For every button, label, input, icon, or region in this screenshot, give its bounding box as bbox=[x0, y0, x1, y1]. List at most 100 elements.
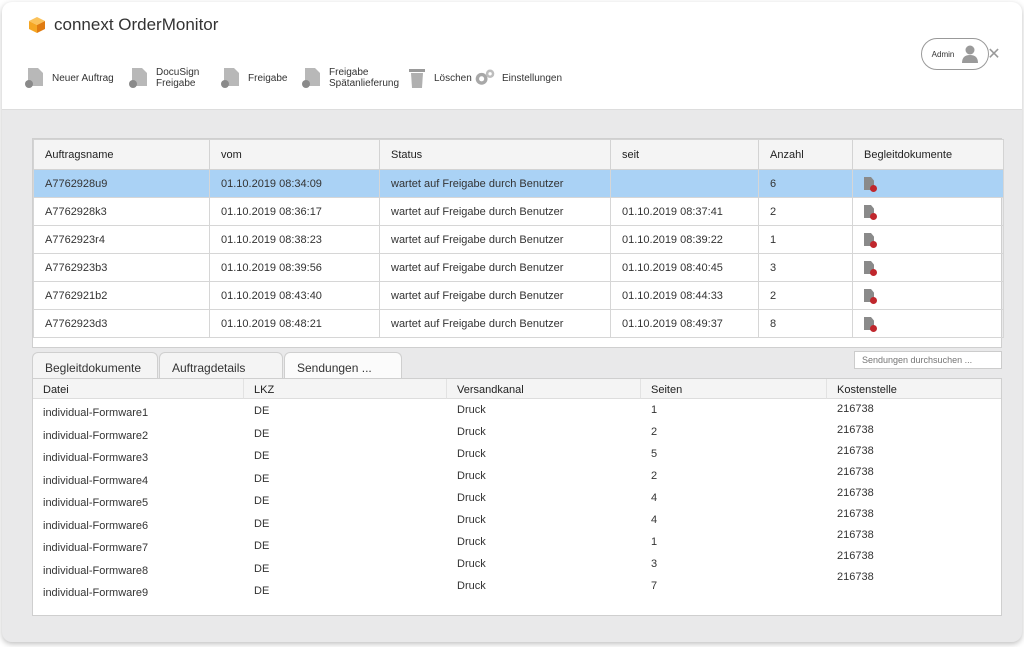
order-count: 8 bbox=[758, 309, 853, 338]
column-header-seiten[interactable]: Seiten bbox=[641, 379, 827, 399]
table-row[interactable]: A7762923r4 01.10.2019 08:38:23 wartet au… bbox=[33, 225, 1004, 254]
order-since: 01.10.2019 08:40:45 bbox=[610, 253, 759, 282]
document-icon[interactable] bbox=[864, 177, 878, 193]
order-docs[interactable] bbox=[852, 225, 1004, 254]
shipment-pages: 4 bbox=[651, 492, 658, 504]
column-header-vom[interactable]: vom bbox=[209, 139, 380, 170]
shipment-file[interactable]: individual-Formware7 bbox=[33, 537, 244, 560]
document-icon[interactable] bbox=[864, 317, 878, 333]
order-date: 01.10.2019 08:36:17 bbox=[209, 197, 380, 226]
app-window: connext OrderMonitor Neuer Auftrag DocuS… bbox=[2, 2, 1022, 642]
document-icon[interactable] bbox=[864, 233, 878, 249]
close-icon: ✕ bbox=[987, 46, 1001, 63]
tab-sendungen[interactable]: Sendungen ... bbox=[284, 352, 402, 381]
shipment-cost-center: 216738 bbox=[837, 445, 874, 457]
table-row[interactable]: A7762923d3 01.10.2019 08:48:21 wartet au… bbox=[33, 309, 1004, 338]
shipment-channel: Druck bbox=[457, 536, 486, 548]
shipment-cost-center: 216738 bbox=[837, 571, 874, 583]
table-row[interactable]: A7762923b3 01.10.2019 08:39:56 wartet au… bbox=[33, 253, 1004, 282]
shipment-file[interactable]: individual-Formware8 bbox=[33, 560, 244, 583]
order-name: A7762923r4 bbox=[33, 225, 210, 254]
column-lkz: LKZ DE DE DE DE DE DE DE DE DE bbox=[244, 379, 447, 615]
late-release-button[interactable]: Freigabe Spätanlieferung bbox=[301, 66, 399, 90]
order-docs[interactable] bbox=[852, 281, 1004, 310]
order-docs[interactable] bbox=[852, 309, 1004, 338]
table-row[interactable]: A7762928k3 01.10.2019 08:36:17 wartet au… bbox=[33, 197, 1004, 226]
shipment-pages: 2 bbox=[651, 426, 658, 438]
table-row[interactable]: A7762921b2 01.10.2019 08:43:40 wartet au… bbox=[33, 281, 1004, 310]
order-docs[interactable] bbox=[852, 253, 1004, 282]
tab-auftragdetails[interactable]: Auftragdetails bbox=[159, 352, 283, 378]
order-since bbox=[610, 169, 759, 198]
delete-button[interactable]: Löschen bbox=[406, 66, 472, 90]
tab-begleitdokumente[interactable]: Begleitdokumente bbox=[32, 352, 158, 378]
new-order-button[interactable]: Neuer Auftrag bbox=[24, 66, 114, 90]
shipment-channel: Druck bbox=[457, 470, 486, 482]
shipment-file[interactable]: individual-Formware2 bbox=[33, 425, 244, 448]
table-row[interactable]: A7762928u9 01.10.2019 08:34:09 wartet au… bbox=[33, 169, 1004, 198]
column-header-begleitdokumente[interactable]: Begleitdokumente bbox=[852, 139, 1004, 170]
new-order-label: Neuer Auftrag bbox=[52, 72, 114, 84]
app-title: connext OrderMonitor bbox=[54, 15, 219, 34]
order-count: 2 bbox=[758, 281, 853, 310]
user-name: Admin bbox=[931, 49, 955, 59]
order-count: 1 bbox=[758, 225, 853, 254]
shipment-cost-center: 216738 bbox=[837, 550, 874, 562]
shipment-channel: Druck bbox=[457, 580, 486, 592]
delete-label: Löschen bbox=[434, 72, 472, 84]
document-icon[interactable] bbox=[864, 289, 878, 305]
shipment-pages: 3 bbox=[651, 558, 658, 570]
order-status: wartet auf Freigabe durch Benutzer bbox=[379, 225, 611, 254]
column-header-lkz[interactable]: LKZ bbox=[244, 379, 447, 399]
order-date: 01.10.2019 08:34:09 bbox=[209, 169, 380, 198]
order-status: wartet auf Freigabe durch Benutzer bbox=[379, 169, 611, 198]
user-button[interactable]: Admin bbox=[921, 38, 989, 70]
shipment-cost-center: 216738 bbox=[837, 403, 874, 415]
column-header-auftragsname[interactable]: Auftragsname bbox=[33, 139, 210, 170]
order-name: A7762928k3 bbox=[33, 197, 210, 226]
order-name: A7762923d3 bbox=[33, 309, 210, 338]
order-name: A7762923b3 bbox=[33, 253, 210, 282]
order-status: wartet auf Freigabe durch Benutzer bbox=[379, 253, 611, 282]
shipment-file[interactable]: individual-Formware6 bbox=[33, 515, 244, 538]
shipment-lkz: DE bbox=[254, 472, 270, 485]
trash-icon bbox=[409, 69, 425, 88]
release-icon bbox=[221, 68, 239, 88]
column-datei: Datei individual-Formware1 individual-Fo… bbox=[33, 379, 244, 615]
order-status: wartet auf Freigabe durch Benutzer bbox=[379, 197, 611, 226]
shipment-file[interactable]: individual-Formware4 bbox=[33, 470, 244, 493]
column-header-kostenstelle[interactable]: Kostenstelle bbox=[827, 379, 1001, 399]
shipment-lkz: DE bbox=[254, 562, 270, 575]
shipment-file[interactable]: individual-Formware1 bbox=[33, 402, 244, 425]
column-header-seit[interactable]: seit bbox=[610, 139, 759, 170]
shipment-file[interactable]: individual-Formware3 bbox=[33, 447, 244, 470]
column-header-status[interactable]: Status bbox=[379, 139, 611, 170]
shipment-cost-center: 216738 bbox=[837, 424, 874, 436]
order-date: 01.10.2019 08:39:56 bbox=[209, 253, 380, 282]
column-header-datei[interactable]: Datei bbox=[33, 379, 244, 399]
order-date: 01.10.2019 08:38:23 bbox=[209, 225, 380, 254]
shipments-search-input[interactable] bbox=[854, 351, 1002, 369]
order-name: A7762921b2 bbox=[33, 281, 210, 310]
column-header-versandkanal[interactable]: Versandkanal bbox=[447, 379, 641, 399]
shipment-lkz: DE bbox=[254, 405, 270, 417]
order-docs[interactable] bbox=[852, 197, 1004, 226]
docusign-release-button[interactable]: DocuSign Freigabe bbox=[128, 66, 199, 90]
document-icon[interactable] bbox=[864, 261, 878, 277]
shipment-pages: 4 bbox=[651, 514, 658, 526]
shipment-channel: Druck bbox=[457, 492, 486, 504]
order-date: 01.10.2019 08:48:21 bbox=[209, 309, 380, 338]
shipment-cost-center: 216738 bbox=[837, 487, 874, 499]
document-icon[interactable] bbox=[864, 205, 878, 221]
order-docs[interactable] bbox=[852, 169, 1004, 198]
orders-header-row: Auftragsname vom Status seit Anzahl Begl… bbox=[33, 139, 1004, 170]
release-button[interactable]: Freigabe bbox=[220, 66, 287, 90]
column-header-anzahl[interactable]: Anzahl bbox=[758, 139, 853, 170]
shipment-channel: Druck bbox=[457, 448, 486, 460]
shipment-file[interactable]: individual-Formware5 bbox=[33, 492, 244, 515]
shipments-table: Datei individual-Formware1 individual-Fo… bbox=[32, 378, 1002, 616]
shipment-lkz: DE bbox=[254, 427, 270, 440]
order-name: A7762928u9 bbox=[33, 169, 210, 198]
settings-button[interactable]: Einstellungen bbox=[474, 66, 562, 90]
shipment-file[interactable]: individual-Formware9 bbox=[33, 582, 244, 605]
